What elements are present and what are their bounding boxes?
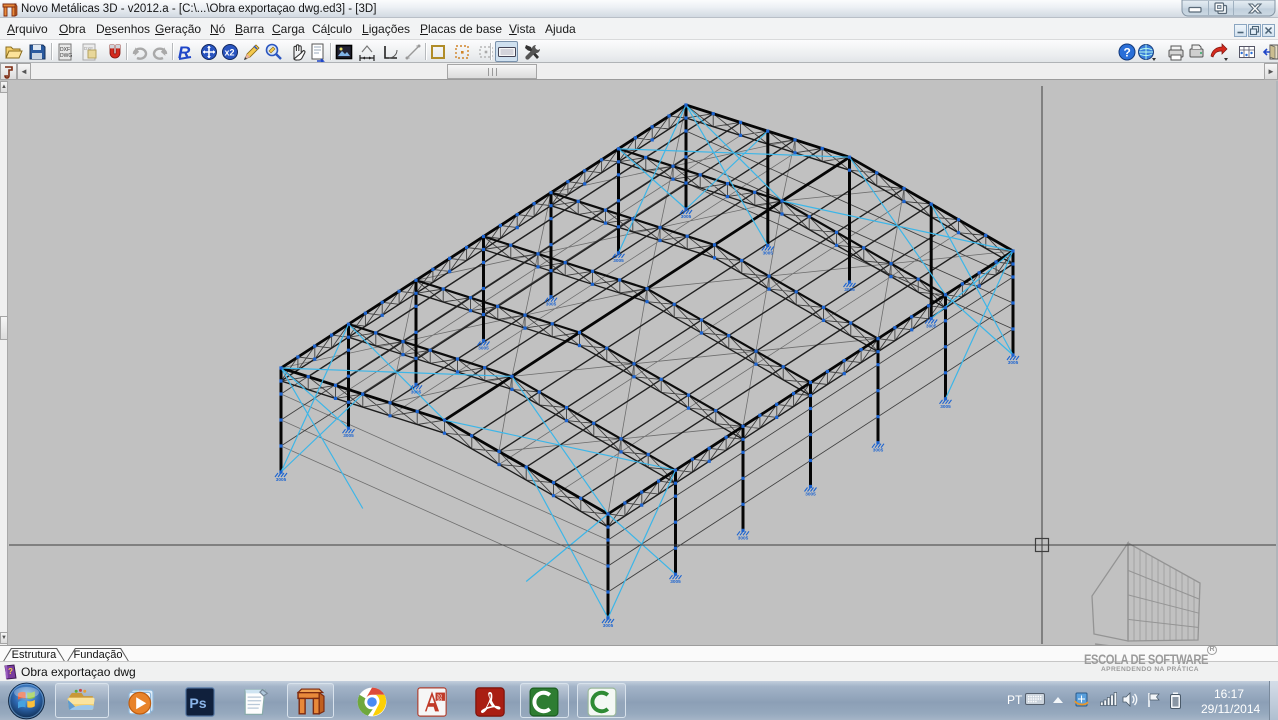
svg-text:3005: 3005 — [478, 346, 489, 351]
svg-text:3005: 3005 — [738, 535, 749, 540]
svg-text:3005: 3005 — [844, 287, 855, 292]
svg-text:3005: 3005 — [603, 623, 614, 628]
svg-text:Ps: Ps — [189, 695, 206, 711]
svg-text:10: 10 — [437, 697, 443, 702]
svg-text:3005: 3005 — [411, 389, 422, 394]
svg-text:3005: 3005 — [546, 302, 557, 307]
svg-text:3005: 3005 — [805, 492, 816, 497]
svg-text:3005: 3005 — [613, 258, 624, 263]
svg-text:3005: 3005 — [1008, 360, 1019, 365]
svg-text:3005: 3005 — [763, 251, 774, 256]
svg-text:3005: 3005 — [926, 324, 937, 329]
svg-text:3005: 3005 — [276, 477, 287, 482]
svg-text:3005: 3005 — [681, 214, 692, 219]
svg-text:3005: 3005 — [670, 579, 681, 584]
svg-text:3005: 3005 — [940, 404, 951, 409]
svg-text:3005: 3005 — [873, 448, 884, 453]
svg-text:?: ? — [8, 667, 13, 676]
svg-text:3005: 3005 — [343, 433, 354, 438]
